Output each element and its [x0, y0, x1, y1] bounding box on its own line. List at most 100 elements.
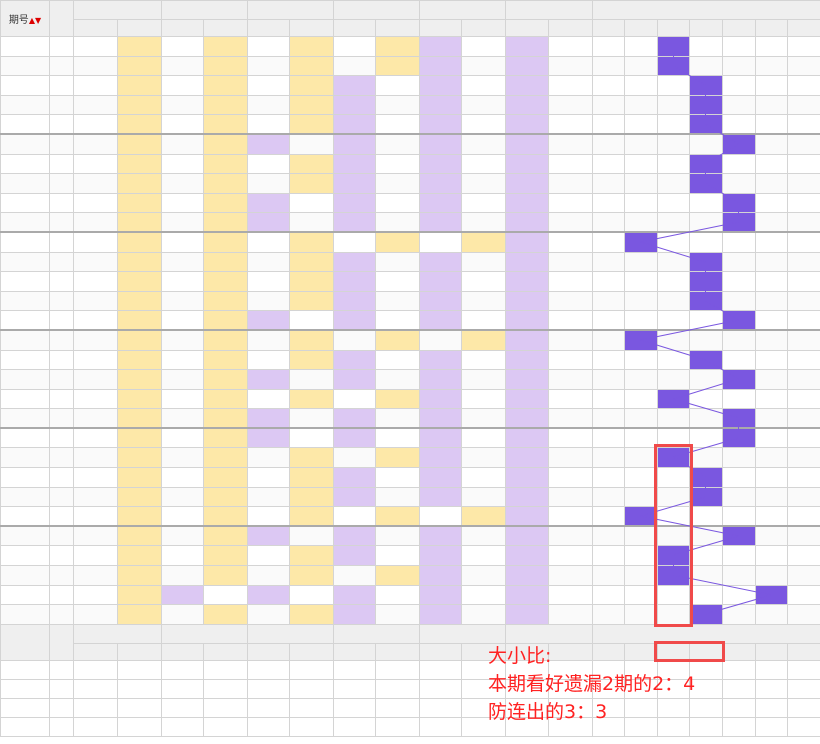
table-row	[0, 525, 820, 547]
ratio-cell	[656, 447, 691, 469]
ratio-cell	[722, 427, 756, 449]
ratio-cell	[656, 525, 691, 547]
ratio-cell	[656, 427, 691, 449]
digit-cell	[375, 525, 420, 547]
footer-header-pos-4	[332, 623, 420, 644]
table-row	[0, 349, 820, 371]
digit-cell	[203, 75, 248, 96]
ratio-cell	[787, 290, 820, 312]
digit-cell	[117, 525, 162, 547]
stats-label	[0, 697, 50, 718]
ratio-cell	[754, 94, 789, 116]
digit-cell	[203, 153, 248, 175]
digit-cell	[203, 506, 248, 527]
issue-cell	[0, 271, 50, 292]
digit-cell	[332, 506, 377, 527]
ratio-cell	[787, 349, 820, 371]
digit-cell	[160, 525, 205, 547]
digit-cell	[203, 329, 248, 351]
digit-cell	[72, 75, 119, 96]
combo-cell	[48, 36, 74, 57]
digit-cell	[375, 584, 420, 606]
digit-cell	[418, 75, 463, 96]
ratio-cell	[689, 231, 724, 253]
column-header-issue[interactable]: 期号▲▼	[0, 0, 50, 37]
digit-cell	[203, 251, 248, 273]
digit-cell	[332, 75, 377, 96]
digit-cell	[160, 173, 205, 194]
digit-cell	[548, 486, 593, 508]
ratio-cell	[656, 271, 691, 292]
digit-cell	[117, 349, 162, 371]
stats-value	[375, 697, 420, 718]
digit-cell	[72, 545, 119, 567]
digit-cell	[548, 388, 593, 410]
digit-cell	[160, 604, 205, 625]
stats-label	[0, 659, 50, 680]
ratio-cell	[722, 75, 756, 96]
digit-cell	[548, 349, 593, 371]
ratio-cell	[689, 486, 724, 508]
digit-cell	[72, 369, 119, 390]
digit-cell	[72, 173, 119, 194]
digit-cell	[418, 604, 463, 625]
digit-cell	[72, 565, 119, 586]
digit-cell	[72, 153, 119, 175]
digit-cell	[203, 55, 248, 77]
digit-cell	[504, 388, 550, 410]
digit-cell	[203, 271, 248, 292]
issue-cell	[0, 75, 50, 96]
ratio-cell	[689, 584, 724, 606]
ratio-cell	[591, 506, 626, 527]
digit-cell	[548, 212, 593, 233]
footer-subheader-small	[203, 642, 248, 661]
digit-cell	[72, 36, 119, 57]
digit-cell	[504, 192, 550, 214]
digit-cell	[72, 114, 119, 135]
combo-cell	[48, 369, 74, 390]
digit-cell	[375, 94, 420, 116]
digit-cell	[246, 271, 291, 292]
digit-cell	[461, 192, 506, 214]
subheader-ratio-1	[624, 19, 658, 37]
annotation: 大小比: 本期看好遗漏2期的2：4 防连出的3：3	[488, 642, 808, 726]
stats-value	[289, 678, 334, 699]
digit-cell	[504, 369, 550, 390]
digit-cell	[375, 290, 420, 312]
ratio-cell	[722, 565, 756, 586]
ratio-cell	[722, 506, 756, 527]
digit-cell	[160, 290, 205, 312]
stats-value	[289, 659, 334, 680]
subheader-big	[504, 19, 550, 37]
digit-cell	[72, 427, 119, 449]
digit-cell	[117, 310, 162, 331]
ratio-cell	[722, 251, 756, 273]
digit-cell	[160, 349, 205, 371]
digit-cell	[461, 310, 506, 331]
digit-cell	[289, 584, 334, 606]
sort-icon[interactable]: ▲▼	[29, 16, 41, 25]
digit-cell	[289, 55, 334, 77]
digit-cell	[160, 153, 205, 175]
ratio-cell	[656, 369, 691, 390]
stats-combo	[48, 678, 74, 699]
digit-cell	[418, 545, 463, 567]
ratio-cell	[591, 133, 626, 155]
column-header-pos-1	[72, 0, 162, 20]
digit-cell	[246, 55, 291, 77]
table-row	[0, 447, 820, 469]
stats-label	[0, 716, 50, 737]
ratio-cell	[754, 173, 789, 194]
subheader-small	[117, 19, 162, 37]
digit-cell	[246, 369, 291, 390]
ratio-cell	[689, 36, 724, 57]
combo-cell	[48, 604, 74, 625]
ratio-cell	[754, 251, 789, 273]
issue-cell	[0, 329, 50, 351]
ratio-cell	[754, 388, 789, 410]
stats-value	[246, 678, 291, 699]
digit-cell	[289, 310, 334, 331]
column-header-combo	[48, 0, 74, 37]
combo-cell	[48, 349, 74, 371]
combo-cell	[48, 251, 74, 273]
